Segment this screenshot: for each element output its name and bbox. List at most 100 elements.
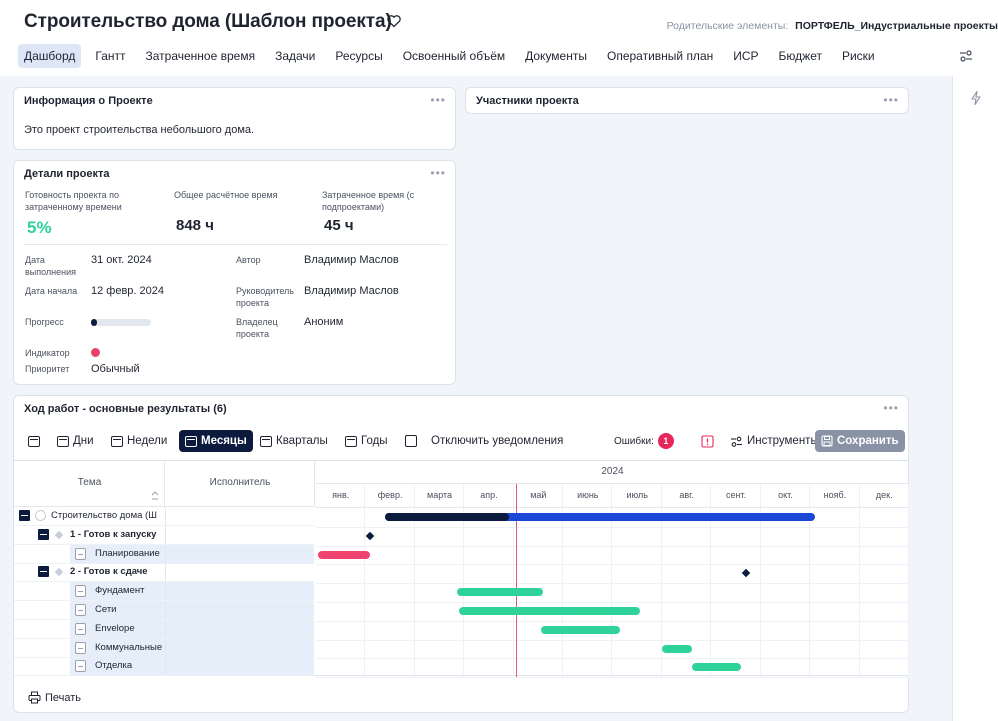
scale-months-button[interactable]: Месяцы (179, 430, 253, 452)
tab-time-spent[interactable]: Затраченное время (146, 44, 256, 68)
scale-months-label: Месяцы (201, 435, 247, 447)
indicator-dot (91, 348, 100, 357)
settings-sliders-icon[interactable] (958, 48, 974, 64)
gantt-row[interactable]: Сети (14, 601, 314, 620)
parent-elements: Родительские элементы: ПОРТФЕЛЬ_Индустри… (667, 20, 998, 32)
sliders-icon (731, 436, 742, 447)
calendar-icon (260, 435, 272, 447)
gantt-bar[interactable] (540, 625, 620, 634)
column-divider (165, 507, 166, 525)
project-description: Это проект строительства небольшого дома… (24, 124, 255, 136)
card-title: Ход работ - основные результаты (6) (24, 403, 227, 415)
errors-indicator[interactable]: Ошибки: 1 (614, 430, 674, 452)
warning-button[interactable] (701, 430, 714, 452)
save-button[interactable]: Сохранить (815, 430, 905, 452)
save-icon (821, 435, 833, 447)
tab-resources[interactable]: Ресурсы (335, 44, 382, 68)
month-label: июль (626, 490, 648, 500)
author-value[interactable]: Владимир Маслов (304, 254, 399, 266)
gantt-row[interactable]: Строительство дома (Ш (14, 507, 314, 526)
tab-wbs[interactable]: ИСР (733, 44, 758, 68)
print-button[interactable]: Печать (28, 691, 81, 704)
row-title: 2 - Готов к сдаче (70, 566, 148, 578)
scale-days-button[interactable]: Дни (57, 430, 94, 452)
more-menu-icon[interactable]: ••• (430, 93, 446, 107)
readiness-label: Готовность проекта по затраченному време… (25, 190, 122, 212)
collapse-icon[interactable] (38, 528, 49, 540)
lightning-icon[interactable] (968, 90, 984, 106)
month-label: сент. (725, 490, 747, 500)
gantt-bar[interactable] (318, 550, 371, 559)
month-column (810, 484, 860, 677)
gantt-bar[interactable] (459, 607, 640, 615)
project-header: Строительство дома (Шаблон проекта) Роди… (0, 0, 998, 76)
column-divider (165, 582, 166, 601)
gantt-row[interactable]: Фундамент (14, 582, 314, 602)
assignee-column-header[interactable]: Исполнитель (165, 477, 315, 488)
more-menu-icon[interactable]: ••• (883, 401, 899, 415)
gantt-row[interactable]: Envelope (14, 619, 314, 639)
row-gridline (316, 564, 909, 566)
tab-tasks[interactable]: Задачи (275, 44, 315, 68)
row-gridline (316, 677, 909, 679)
gantt-row[interactable]: Коммунальные (14, 638, 314, 658)
row-gridline (316, 526, 909, 528)
calendar-icon (28, 435, 40, 447)
due-date-value: 31 окт. 2024 (91, 254, 152, 266)
collapse-icon[interactable] (38, 566, 49, 578)
spent-value: 45 ч (324, 217, 354, 234)
gantt-row[interactable]: 1 - Готов к запуску (14, 525, 314, 545)
manager-value[interactable]: Владимир Маслов (304, 285, 399, 297)
topic-column-header[interactable]: Тема (14, 477, 165, 488)
errors-count-badge: 1 (657, 433, 674, 449)
sort-icon[interactable] (151, 490, 159, 502)
parent-elements-link[interactable]: ПОРТФЕЛЬ_Индустриальные проекты (795, 20, 998, 32)
gantt-row[interactable]: 2 - Готов к сдаче (14, 563, 314, 583)
row-title: Коммунальные (95, 641, 163, 653)
more-menu-icon[interactable]: ••• (883, 93, 899, 107)
month-label: окт. (778, 490, 793, 500)
gantt-row[interactable]: Отделка (14, 657, 314, 677)
tab-gantt[interactable]: Гантт (95, 44, 125, 68)
progress-label: Прогресс (25, 317, 64, 327)
tools-button[interactable]: Инструменты (730, 430, 819, 452)
gantt-grid: Тема Исполнитель 2024 янв. февр. марта апр.… (14, 460, 909, 679)
manager-label: Руководитель проекта (236, 286, 294, 308)
calendar-icon (111, 435, 123, 447)
calendar-button[interactable] (28, 430, 40, 452)
tab-documents[interactable]: Документы (525, 44, 587, 68)
tab-risks[interactable]: Риски (842, 44, 875, 68)
heart-icon[interactable] (386, 13, 402, 29)
estimate-value: 848 ч (176, 217, 214, 234)
gantt-row[interactable]: Планирование (14, 544, 314, 564)
tab-budget[interactable]: Бюджет (779, 44, 822, 68)
more-menu-icon[interactable]: ••• (430, 166, 446, 180)
print-label: Печать (45, 691, 82, 704)
gantt-bar[interactable] (385, 513, 509, 521)
month-label: янв. (332, 490, 350, 500)
row-gridline (316, 620, 909, 622)
row-title: Строительство дома (Ш (51, 510, 157, 521)
priority-label: Приоритет (25, 364, 70, 374)
tab-operational-plan[interactable]: Оперативный план (607, 44, 713, 68)
estimate-label: Общее расчётное время (174, 190, 278, 200)
card-title: Участники проекта (476, 95, 579, 107)
tab-dashboard[interactable]: Дашборд (18, 44, 82, 68)
owner-value[interactable]: Аноним (304, 316, 343, 328)
month-label: нояб. (823, 490, 847, 500)
scale-quarters-button[interactable]: Кварталы (260, 430, 328, 452)
gantt-bar[interactable] (661, 644, 692, 653)
calendar-icon (57, 435, 69, 447)
collapse-icon[interactable] (19, 510, 30, 521)
gantt-bar[interactable] (456, 588, 544, 597)
scale-weeks-button[interactable]: Недели (111, 430, 167, 452)
disable-notifications-checkbox[interactable]: Отключить уведомления (405, 430, 563, 452)
gantt-bar[interactable] (691, 663, 741, 672)
scale-years-button[interactable]: Годы (345, 430, 388, 452)
tab-earned-value[interactable]: Освоенный объём (403, 44, 505, 68)
column-divider (165, 638, 166, 657)
task-icon (75, 547, 86, 560)
month-label: марта (427, 490, 453, 500)
row-gridline (316, 639, 909, 641)
milestone-icon (54, 568, 64, 577)
